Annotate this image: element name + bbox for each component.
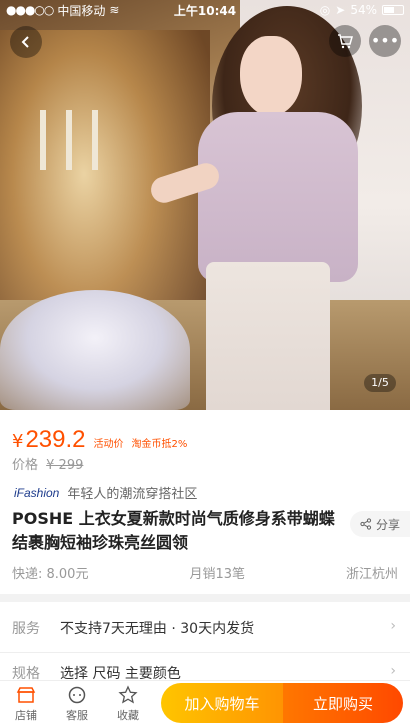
store-icon — [16, 687, 36, 703]
cart-button[interactable] — [329, 25, 361, 57]
chevron-right-icon: › — [390, 663, 396, 679]
share-button[interactable]: 分享 — [350, 511, 410, 537]
service-row[interactable]: 服务 不支持7天无理由 · 30天内发货 › — [0, 602, 410, 652]
store-tab[interactable]: 店铺 — [4, 685, 48, 723]
battery-icon — [382, 5, 404, 15]
support-tab[interactable]: 客服 — [55, 685, 99, 723]
model-skirt — [206, 262, 330, 410]
cart-icon — [338, 34, 353, 49]
original-price-row: 价格 ¥ 299 — [12, 454, 83, 473]
product-title: POSHE 上衣女夏新款时尚气质修身系带蝴蝶结裹胸短袖珍珠亮丝圆领 — [12, 509, 335, 552]
candle — [66, 110, 72, 170]
model-top — [198, 112, 358, 282]
brand-slogan: 年轻人的潮流穿搭社区 — [67, 487, 198, 502]
meta-row: 快递: 8.00元 月销13笔 浙江杭州 — [12, 563, 398, 582]
brand-row[interactable]: iFashion 年轻人的潮流穿搭社区 — [14, 483, 198, 503]
status-bar: ●●●○○ 中国移动 ≋ 上午10:44 ◎ ➤ 54% — [0, 0, 410, 20]
buy-now-button[interactable]: 立即购买 — [283, 683, 403, 723]
price-row: ¥ 239.2 活动价 淘金币抵2% — [12, 426, 187, 454]
ship-location: 浙江杭州 — [345, 567, 398, 582]
current-price: 239.2 — [25, 426, 86, 453]
chevron-left-icon — [21, 36, 29, 48]
star-icon — [118, 685, 138, 704]
favorite-label: 收藏 — [117, 709, 139, 722]
currency-symbol: ¥ — [12, 431, 24, 452]
shipping-fee: 快递: 8.00元 — [12, 567, 89, 582]
share-label: 分享 — [376, 517, 401, 532]
brand-logo: iFashion — [14, 485, 60, 500]
bottom-action-bar: 店铺 客服 收藏 加入购物车 立即购买 — [0, 680, 410, 728]
product-image-gallery[interactable] — [0, 0, 410, 410]
back-button[interactable] — [10, 26, 42, 58]
store-label: 店铺 — [15, 709, 37, 722]
model-face — [240, 36, 302, 116]
chevron-right-icon: › — [390, 618, 396, 634]
monthly-sales: 月销13笔 — [189, 567, 245, 582]
candle — [40, 110, 46, 170]
original-price-value: ¥ 299 — [46, 458, 84, 473]
candle — [92, 110, 98, 170]
support-label: 客服 — [66, 709, 88, 722]
chat-icon — [68, 686, 86, 704]
add-to-cart-button[interactable]: 加入购物车 — [161, 683, 283, 723]
more-icon: ••• — [370, 31, 400, 50]
activity-price-tag: 活动价 — [93, 439, 124, 450]
service-value: 不支持7天无理由 · 30天内发货 — [60, 621, 255, 637]
tulle-decoration — [0, 290, 190, 410]
favorite-tab[interactable]: 收藏 — [106, 685, 150, 723]
share-icon — [360, 518, 372, 530]
coin-discount-tag: 淘金币抵2% — [131, 439, 188, 450]
service-label: 服务 — [12, 621, 40, 637]
original-price-label: 价格 — [12, 458, 39, 473]
product-info: ¥ 239.2 活动价 淘金币抵2% 价格 ¥ 299 iFashion 年轻人… — [0, 410, 410, 594]
more-button[interactable]: ••• — [369, 25, 401, 57]
image-counter: 1/5 — [364, 374, 396, 392]
status-time: 上午10:44 — [173, 3, 237, 18]
